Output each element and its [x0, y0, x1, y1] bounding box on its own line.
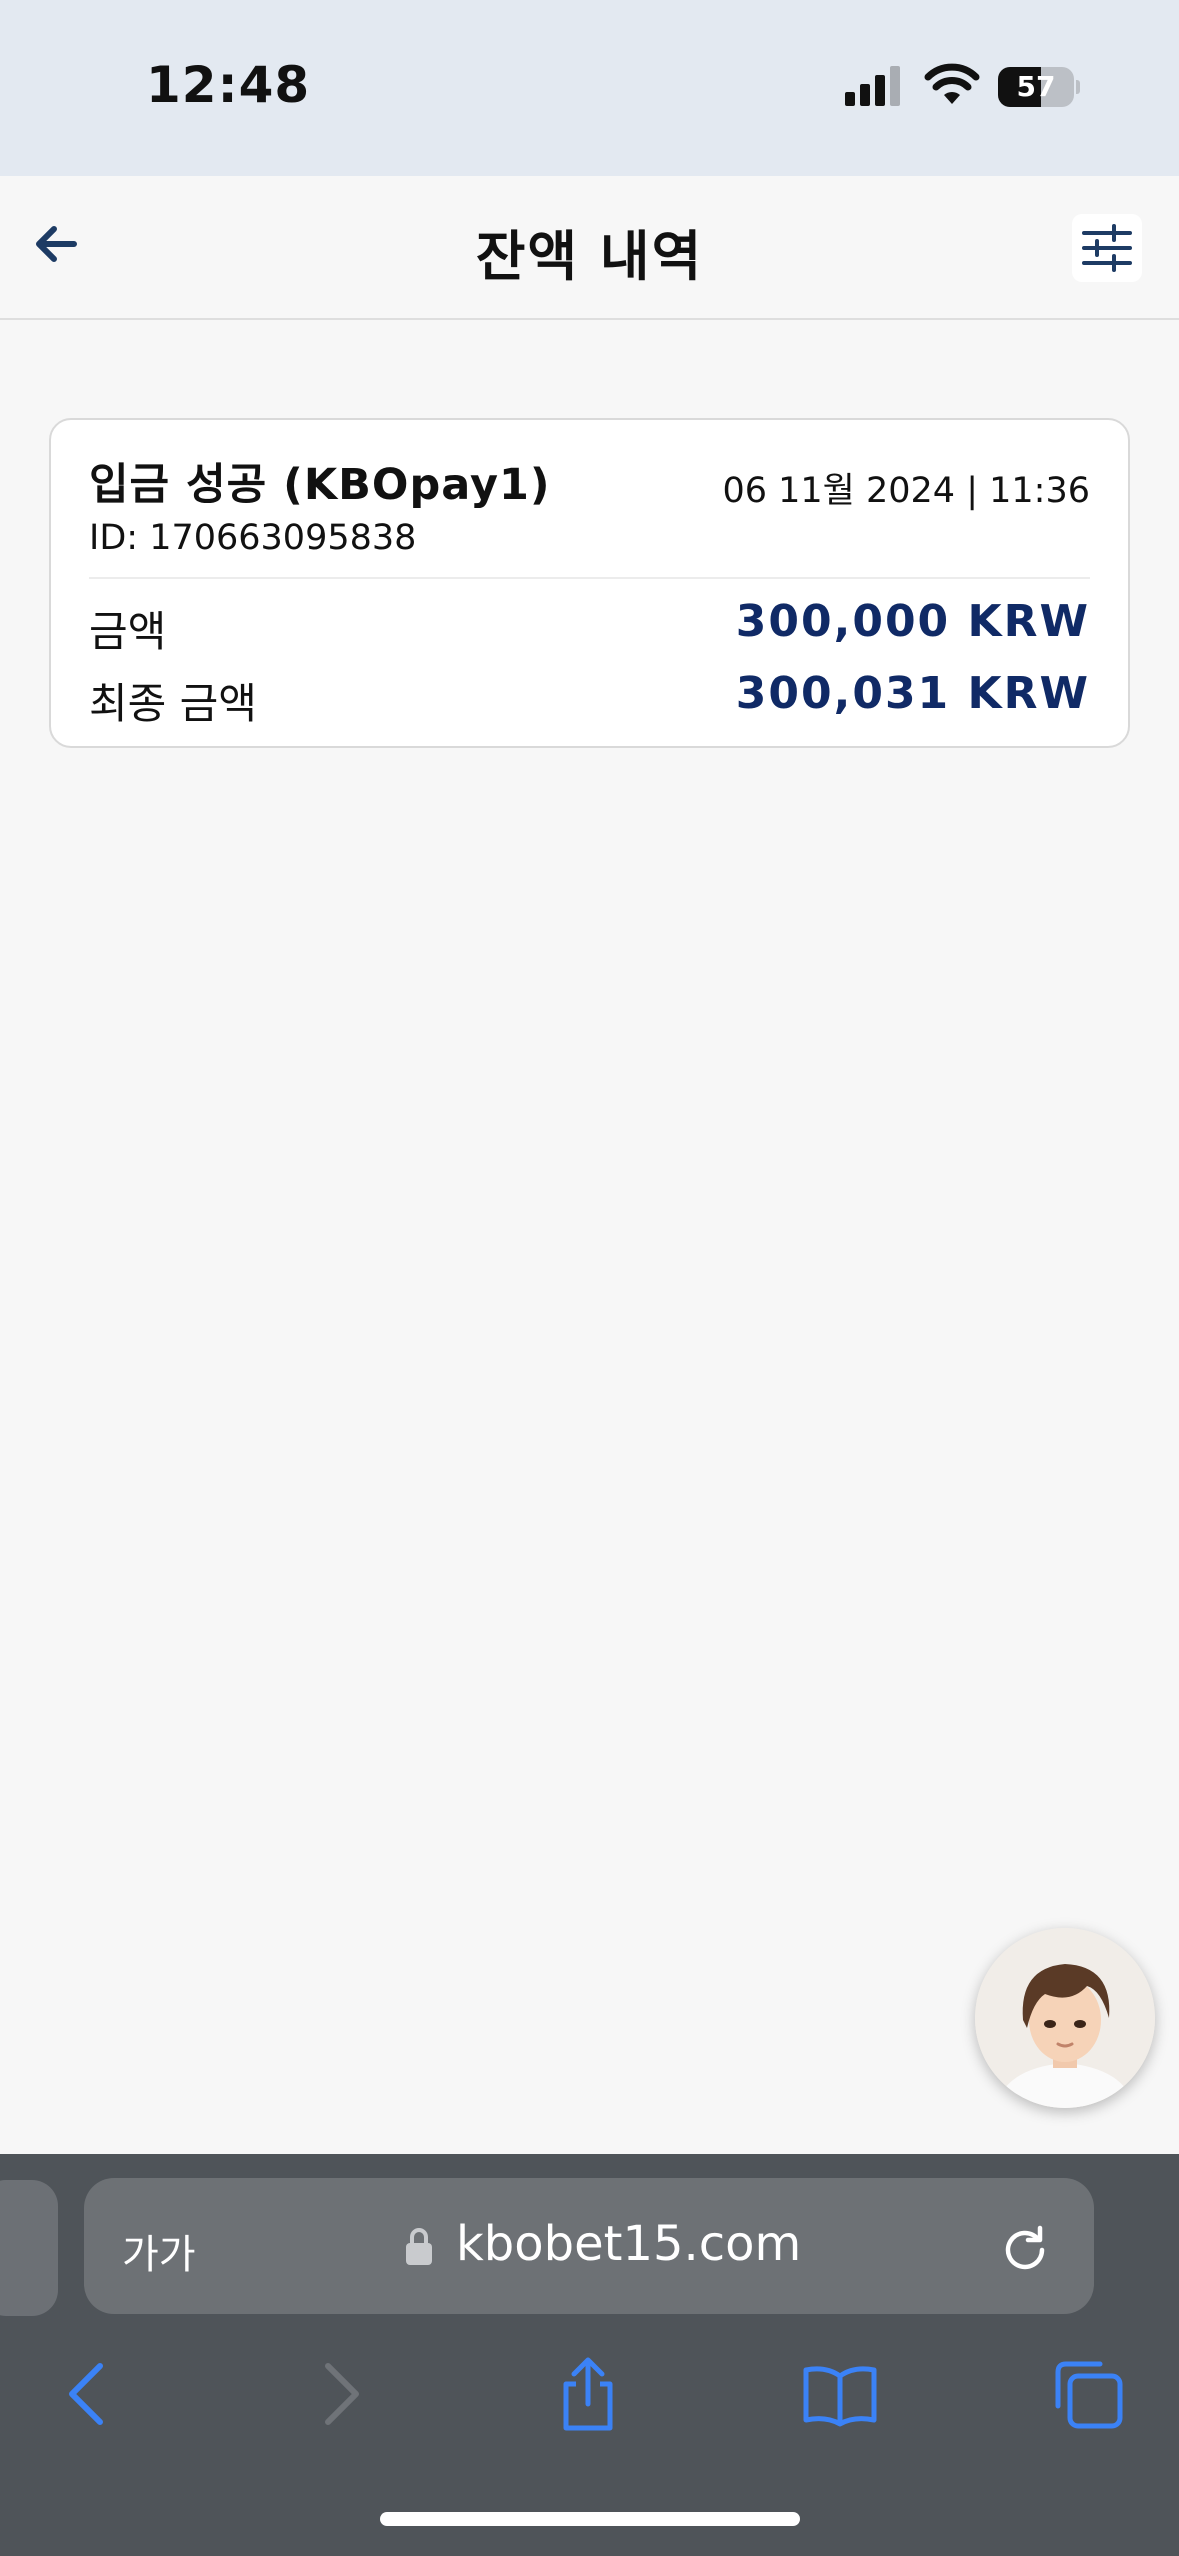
- transaction-card[interactable]: 입금 성공 (KBOpay1) 06 11월 2024 | 11:36 ID: …: [49, 418, 1130, 748]
- support-avatar-icon: [975, 1928, 1155, 2108]
- text-size-button[interactable]: 가가: [122, 2222, 196, 2280]
- status-time: 12:48: [146, 56, 311, 114]
- app-header: 잔액 내역: [0, 176, 1179, 320]
- battery-icon: 57: [998, 67, 1080, 107]
- support-chat-button[interactable]: [975, 1928, 1155, 2108]
- url-text: kbobet15.com: [456, 2216, 802, 2272]
- forward-icon: [325, 2363, 359, 2425]
- tabs-icon[interactable]: [1048, 2354, 1128, 2434]
- reload-icon[interactable]: [1000, 2222, 1050, 2272]
- home-indicator: [380, 2512, 800, 2526]
- bookmarks-icon[interactable]: [800, 2354, 880, 2434]
- final-amount-row: 최종 금액 300,031 KRW: [89, 666, 1090, 728]
- amount-label: 금액: [89, 607, 167, 656]
- transaction-datetime: 06 11월 2024 | 11:36: [722, 471, 1090, 511]
- final-amount-value: 300,031 KRW: [735, 668, 1090, 719]
- sliders-icon: [1082, 224, 1132, 272]
- wifi-icon: [924, 63, 980, 104]
- previous-tab-preview[interactable]: [0, 2180, 58, 2316]
- transaction-id: ID: 170663095838: [89, 518, 416, 558]
- page-title: 잔액 내역: [475, 225, 704, 288]
- browser-bar: 가가 kbobet15.com: [0, 2154, 1179, 2556]
- status-bar: 12:48 57: [0, 0, 1179, 176]
- back-icon[interactable]: [48, 2354, 128, 2434]
- divider: [89, 577, 1090, 579]
- battery-level: 57: [1016, 70, 1056, 103]
- address-bar[interactable]: 가가 kbobet15.com: [84, 2178, 1094, 2314]
- transaction-id-value: 170663095838: [149, 518, 417, 558]
- cellular-signal-icon: [845, 66, 900, 106]
- amount-value: 300,000 KRW: [735, 596, 1090, 647]
- final-amount-label: 최종 금액: [89, 679, 257, 728]
- transaction-title: 입금 성공 (KBOpay1): [89, 460, 551, 510]
- lock-icon: [406, 2228, 432, 2265]
- share-icon[interactable]: [548, 2354, 628, 2434]
- transaction-id-label: ID:: [89, 518, 150, 558]
- filter-button[interactable]: [1072, 214, 1142, 282]
- amount-row: 금액 300,000 KRW: [89, 594, 1090, 656]
